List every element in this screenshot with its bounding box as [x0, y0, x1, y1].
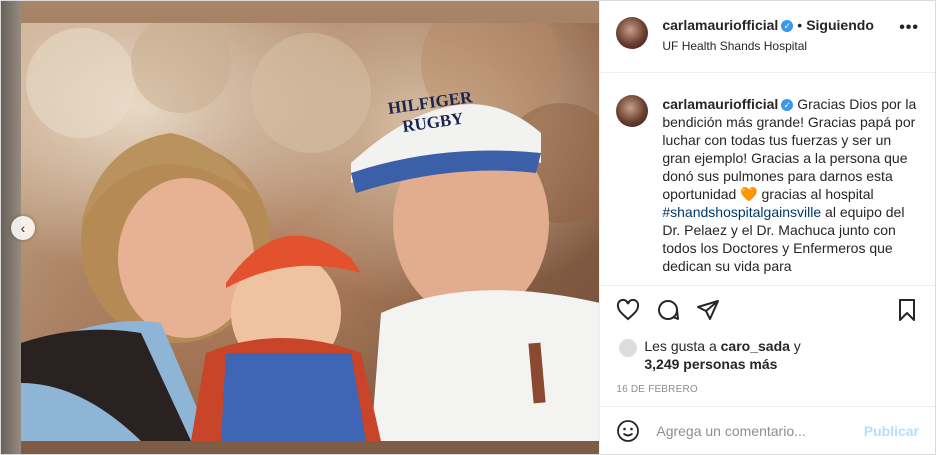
caption-avatar[interactable] [616, 95, 649, 127]
post-container: HILFIGER RUGBY ‹ carlamauriofficial ✓ • Sig… [0, 0, 936, 455]
author-avatar[interactable] [616, 17, 649, 49]
like-heart-icon[interactable] [616, 298, 640, 322]
caption-username[interactable]: carlamauriofficial [662, 96, 778, 112]
comment-box: Publicar [600, 406, 935, 454]
caption-text-2: gracias al hospital [757, 186, 874, 202]
caption-body: carlamauriofficial ✓ Gracias Dios por la … [662, 95, 919, 285]
hashtag-link[interactable]: #shandshospitalgainsville [662, 204, 821, 220]
post-header: carlamauriofficial ✓ • Siguiendo UF Health … [600, 1, 935, 73]
post-side-panel: carlamauriofficial ✓ • Siguiendo UF Health … [599, 1, 935, 454]
likes-prefix: Les gusta a [644, 338, 721, 354]
emoji-smiley-icon[interactable] [616, 419, 640, 443]
post-caption: carlamauriofficial ✓ Gracias Dios por la … [600, 73, 935, 285]
caption-verified-icon: ✓ [781, 99, 794, 112]
orange-heart-icon: 🧡 [740, 186, 758, 202]
previous-photo-button[interactable]: ‹ [11, 216, 35, 240]
post-photo[interactable]: HILFIGER RUGBY ‹ [1, 1, 600, 454]
likes-section: Les gusta a caro_sada y 3,249 personas m… [600, 334, 935, 378]
save-bookmark-icon[interactable] [895, 298, 919, 322]
liker-avatar[interactable] [618, 338, 639, 358]
share-paper-plane-icon[interactable] [696, 298, 720, 322]
comment-input[interactable] [654, 421, 864, 440]
more-options-icon[interactable]: ••• [899, 19, 919, 37]
publish-button[interactable]: Publicar [864, 423, 919, 439]
comment-bubble-icon[interactable] [656, 298, 680, 322]
header-text: carlamauriofficial ✓ • Siguiendo UF Health … [662, 17, 899, 53]
post-location[interactable]: UF Health Shands Hospital [662, 39, 899, 53]
post-date[interactable]: 16 DE FEBRERO [600, 378, 935, 408]
chevron-left-icon: ‹ [20, 220, 26, 236]
family-photo: HILFIGER RUGBY [21, 23, 600, 441]
header-separator: • [797, 17, 803, 33]
verified-badge-icon: ✓ [781, 19, 794, 32]
likes-conjunction: y [789, 338, 801, 354]
liker-username[interactable]: caro_sada [721, 338, 790, 354]
following-button[interactable]: Siguiendo [806, 17, 874, 33]
likes-count[interactable]: 3,249 personas más [644, 356, 777, 372]
photo-illustration [21, 23, 600, 441]
action-bar [600, 285, 935, 334]
likes-line1: Les gusta a caro_sada y [644, 338, 800, 354]
author-username[interactable]: carlamauriofficial [662, 17, 778, 33]
